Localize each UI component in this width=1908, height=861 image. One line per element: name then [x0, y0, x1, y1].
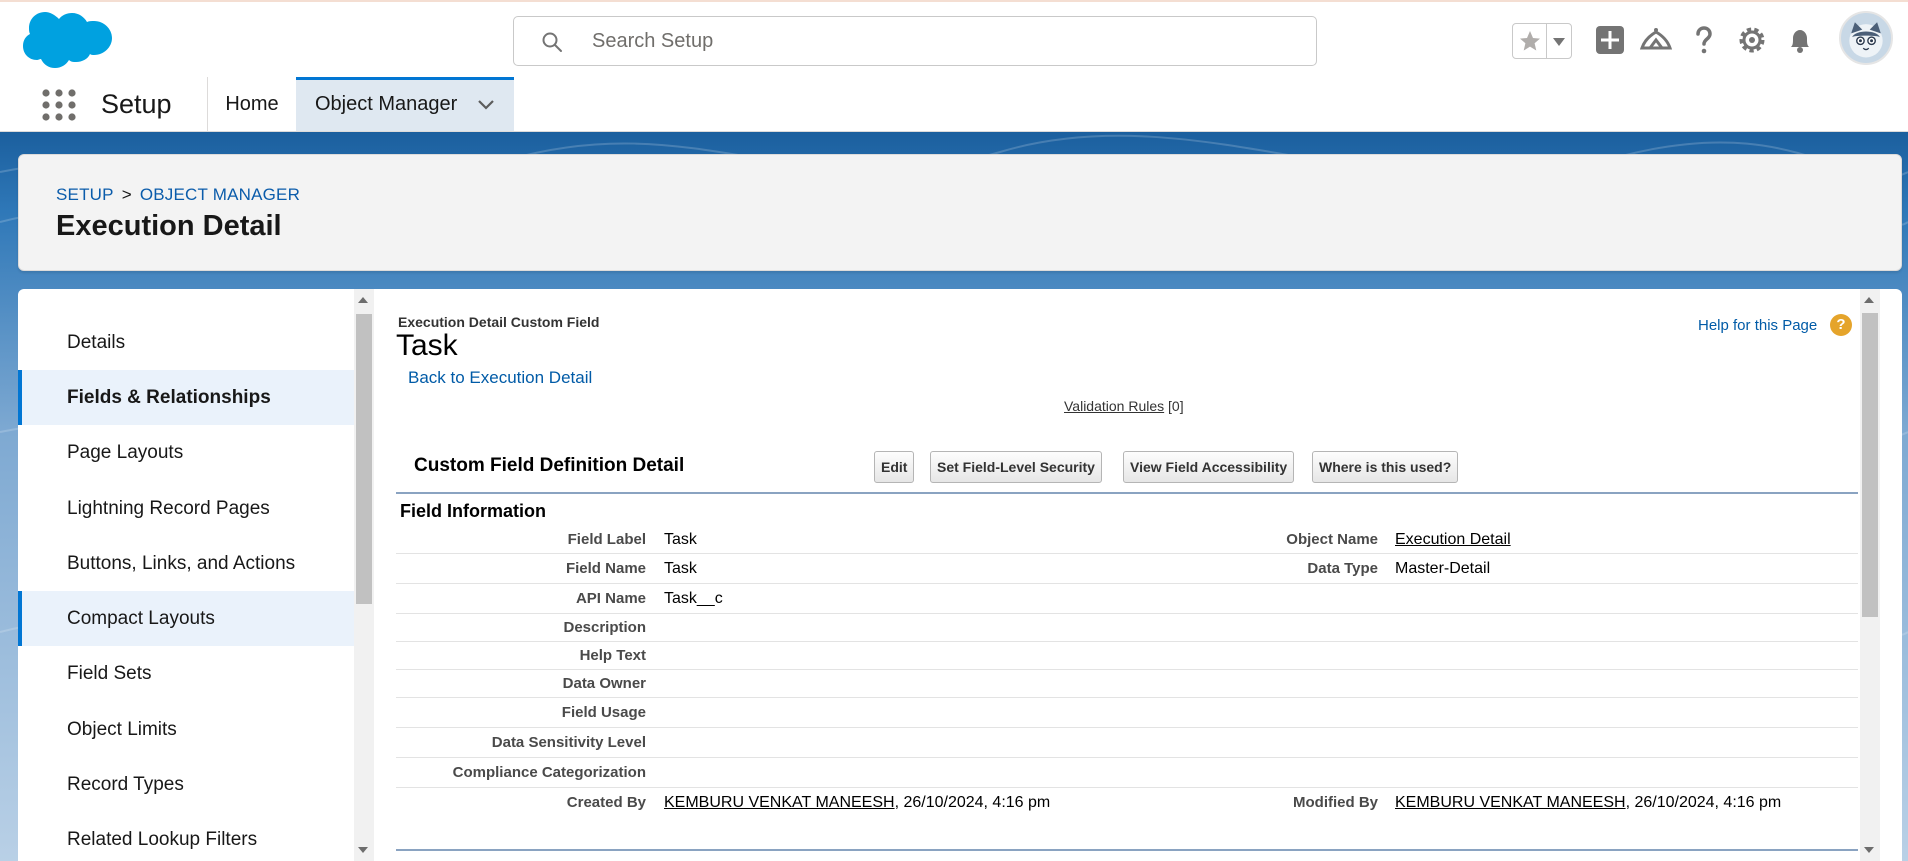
global-header	[0, 0, 1908, 77]
table-row: Field Name Task Data Type Master-Detail	[396, 554, 1858, 584]
validation-rules-label[interactable]: Validation Rules	[1064, 398, 1164, 414]
favorites-star-icon[interactable]	[1513, 24, 1547, 58]
tab-object-manager[interactable]: Object Manager	[296, 77, 514, 131]
field-information-title: Field Information	[400, 501, 546, 521]
modified-by-label: Modified By	[1293, 794, 1378, 811]
data-type-label: Data Type	[1307, 560, 1378, 577]
context-bar: Setup Home Object Manager	[0, 77, 1908, 132]
object-name-value: Execution Detail	[1395, 531, 1511, 549]
data-type-value: Master-Detail	[1395, 560, 1491, 577]
sidebar-item-buttons-links-actions[interactable]: Buttons, Links, and Actions	[18, 536, 354, 591]
sidebar-item-field-sets[interactable]: Field Sets	[18, 646, 354, 701]
scrollbar-thumb[interactable]	[1862, 313, 1878, 617]
section-divider	[396, 492, 1858, 494]
breadcrumb-separator: >	[121, 185, 132, 204]
modified-by-value: KEMBURU VENKAT MANEESH, 26/10/2024, 4:16…	[1395, 794, 1781, 812]
description-label: Description	[563, 619, 646, 636]
breadcrumb: SETUP > OBJECT MANAGER	[56, 185, 300, 205]
app-name: Setup	[101, 89, 172, 119]
chevron-down-icon[interactable]	[476, 94, 496, 114]
trailhead-icon[interactable]	[1638, 22, 1674, 58]
field-label-value: Task	[664, 531, 697, 548]
api-name-label: API Name	[575, 590, 646, 607]
created-by-user-link[interactable]: KEMBURU VENKAT MANEESH	[664, 794, 895, 811]
sidebar-item-page-layouts[interactable]: Page Layouts	[18, 425, 354, 480]
table-row: API Name Task__c	[396, 584, 1858, 614]
section-bottom-divider	[396, 849, 1858, 851]
search-setup-box[interactable]	[513, 16, 1317, 66]
created-by-value: KEMBURU VENKAT MANEESH, 26/10/2024, 4:16…	[664, 794, 1050, 812]
help-for-page-link[interactable]: Help for this Page	[1698, 317, 1817, 334]
compliance-label: Compliance Categorization	[452, 764, 646, 781]
scroll-up-arrow-icon[interactable]	[1864, 297, 1874, 303]
help-icon[interactable]	[1686, 22, 1722, 58]
object-sidebar: Details Fields & Relationships Page Layo…	[18, 289, 354, 861]
table-row: Data Sensitivity Level	[396, 728, 1858, 758]
app-launcher-icon[interactable]	[40, 88, 78, 122]
search-icon	[542, 32, 562, 52]
field-title: Task	[396, 329, 458, 362]
breadcrumb-setup[interactable]: SETUP	[56, 185, 114, 204]
edit-button[interactable]: Edit	[874, 451, 915, 483]
scroll-down-arrow-icon[interactable]	[358, 847, 368, 853]
data-sensitivity-label: Data Sensitivity Level	[491, 734, 646, 751]
field-detail-content: Execution Detail Custom Field Task Back …	[378, 289, 1858, 861]
table-row: Description	[396, 614, 1858, 642]
field-name-value: Task	[664, 560, 697, 577]
salesforce-logo[interactable]	[22, 10, 112, 72]
favorites-group	[1512, 23, 1572, 59]
favorites-menu-icon[interactable]	[1547, 24, 1571, 58]
where-is-this-used-button[interactable]: Where is this used?	[1312, 451, 1459, 483]
table-row: Data Owner	[396, 670, 1858, 698]
object-name-label: Object Name	[1286, 531, 1378, 548]
scrollbar-thumb[interactable]	[356, 314, 372, 604]
created-by-label: Created By	[566, 794, 646, 811]
validation-rules-link: Validation Rules [0]	[1064, 398, 1184, 414]
detail-section-header: Custom Field Definition Detail	[414, 455, 685, 476]
table-row: Field Label Task Object Name Execution D…	[396, 525, 1858, 554]
field-name-label: Field Name	[565, 560, 646, 577]
created-by-date: , 26/10/2024, 4:16 pm	[894, 794, 1051, 811]
sidebar-item-object-limits[interactable]: Object Limits	[18, 702, 354, 757]
validation-rules-count: [0]	[1168, 398, 1184, 414]
object-type-label: Execution Detail Custom Field	[398, 314, 600, 330]
field-label-label: Field Label	[567, 531, 646, 548]
global-actions-plus-icon[interactable]	[1592, 22, 1628, 58]
back-to-object-link[interactable]: Back to Execution Detail	[408, 368, 592, 388]
help-question-icon[interactable]: ?	[1830, 314, 1852, 336]
table-row: Compliance Categorization	[396, 758, 1858, 788]
set-field-level-security-button[interactable]: Set Field-Level Security	[930, 451, 1102, 483]
table-row: Created By KEMBURU VENKAT MANEESH, 26/10…	[396, 788, 1858, 818]
scroll-down-arrow-icon[interactable]	[1864, 847, 1874, 853]
modified-by-user-link[interactable]: KEMBURU VENKAT MANEESH	[1395, 794, 1626, 811]
sidebar-item-fields-relationships[interactable]: Fields & Relationships	[18, 370, 354, 425]
data-owner-label: Data Owner	[562, 675, 646, 692]
main-card: Details Fields & Relationships Page Layo…	[18, 289, 1902, 861]
page-header: SETUP > OBJECT MANAGER Execution Detail	[18, 154, 1902, 271]
table-row: Help Text	[396, 642, 1858, 670]
sidebar-item-related-lookup-filters[interactable]: Related Lookup Filters	[18, 812, 354, 861]
sidebar-item-details[interactable]: Details	[18, 315, 354, 370]
help-text-label: Help Text	[579, 647, 646, 664]
tab-object-manager-label: Object Manager	[315, 93, 458, 115]
notifications-bell-icon[interactable]	[1782, 22, 1818, 58]
modified-by-date: , 26/10/2024, 4:16 pm	[1625, 794, 1782, 811]
content-scrollbar[interactable]	[1860, 289, 1880, 861]
page-title: Execution Detail	[56, 210, 282, 242]
sidebar-item-compact-layouts[interactable]: Compact Layouts	[18, 591, 354, 646]
setup-gear-icon[interactable]	[1734, 22, 1770, 58]
sidebar-scrollbar[interactable]	[354, 289, 374, 861]
sidebar-item-record-types[interactable]: Record Types	[18, 757, 354, 812]
tab-home[interactable]: Home	[207, 77, 296, 131]
search-input[interactable]	[592, 17, 1292, 65]
view-field-accessibility-button[interactable]: View Field Accessibility	[1123, 451, 1295, 483]
sidebar-item-lightning-record-pages[interactable]: Lightning Record Pages	[18, 481, 354, 536]
object-name-link[interactable]: Execution Detail	[1395, 531, 1511, 548]
breadcrumb-object-manager[interactable]: OBJECT MANAGER	[140, 185, 300, 204]
user-avatar[interactable]	[1839, 11, 1893, 65]
field-usage-label: Field Usage	[561, 704, 646, 721]
scroll-up-arrow-icon[interactable]	[358, 297, 368, 303]
api-name-value: Task__c	[664, 590, 723, 607]
table-row: Field Usage	[396, 698, 1858, 728]
